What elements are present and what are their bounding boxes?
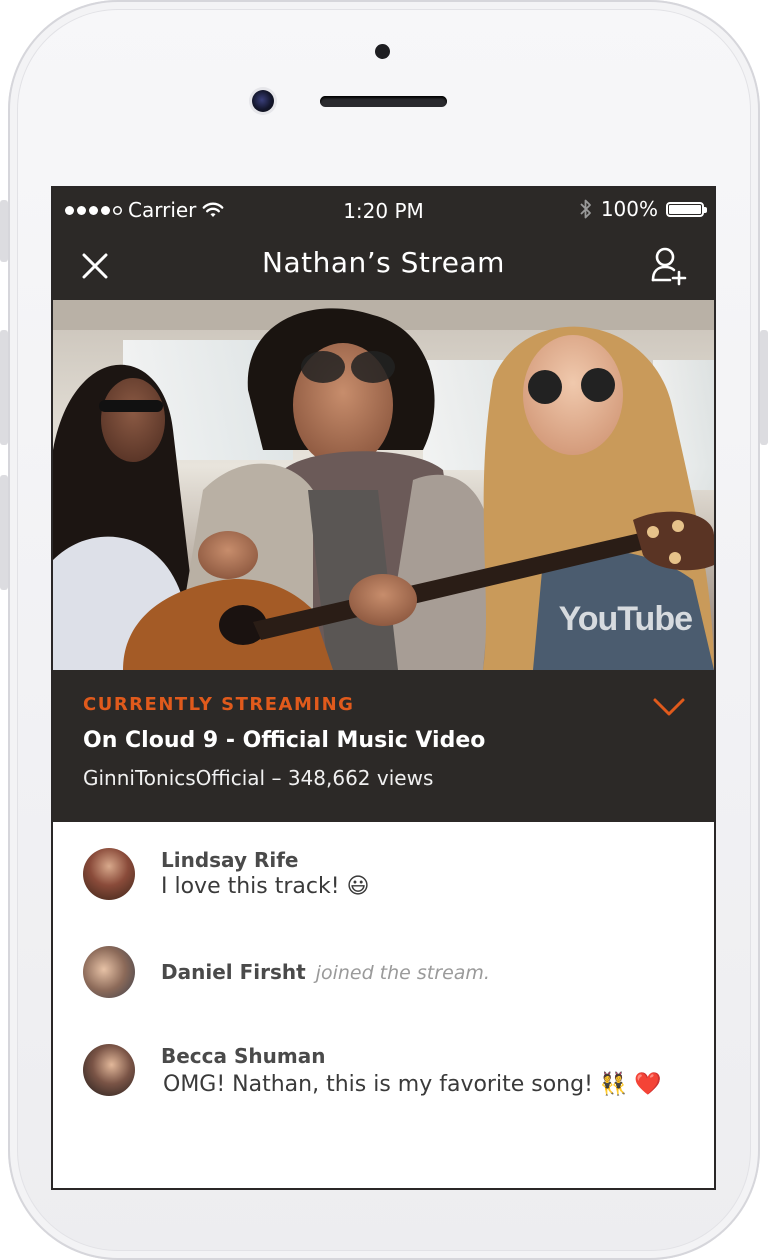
battery-icon (666, 201, 707, 217)
power-button (760, 330, 768, 445)
app-screen: Carrier 1:20 PM 100% Nathan’s Stream You… (53, 188, 714, 1188)
youtube-watermark: YouTube (558, 600, 693, 638)
avatar[interactable] (83, 1044, 135, 1096)
battery-percent: 100% (600, 197, 658, 221)
earpiece-speaker (320, 96, 447, 107)
avatar[interactable] (83, 946, 135, 998)
front-camera (252, 90, 274, 112)
song-title: On Cloud 9 - Official Music Video (83, 728, 486, 753)
join-action-text: joined the stream. (315, 962, 490, 984)
join-notice: Daniel Firsht joined the stream. (161, 960, 490, 984)
comment-author: Daniel Firsht (161, 960, 306, 984)
chat-feed: Lindsay Rife I love this track! 😃 Daniel… (53, 822, 714, 1188)
avatar[interactable] (83, 848, 135, 900)
comment-text: OMG! Nathan, this is my favorite song! 👯… (163, 1072, 662, 1097)
mute-switch (0, 200, 8, 262)
comment-author: Becca Shuman (161, 1044, 326, 1068)
add-user-icon[interactable] (650, 246, 688, 286)
song-meta: GinniTonicsOfficial – 348,662 views (83, 766, 434, 790)
now-playing-panel: CURRENTLY STREAMING On Cloud 9 - Officia… (53, 670, 714, 822)
bluetooth-icon (580, 199, 591, 219)
comment-text: I love this track! 😃 (161, 874, 370, 899)
proximity-sensor (375, 44, 390, 59)
currently-streaming-label: CURRENTLY STREAMING (83, 694, 355, 715)
video-player[interactable]: YouTube (53, 300, 714, 670)
status-right-group: 100% (579, 197, 707, 221)
chevron-down-icon[interactable] (652, 696, 686, 718)
stream-title: Nathan’s Stream (262, 246, 505, 279)
comment-item: Lindsay Rife I love this track! 😃 (83, 848, 683, 908)
comment-author: Lindsay Rife (161, 848, 299, 872)
status-bar: Carrier 1:20 PM 100% (53, 188, 714, 232)
nav-bar: Nathan’s Stream (53, 232, 714, 300)
comment-item: Becca Shuman OMG! Nathan, this is my fav… (83, 1044, 683, 1114)
volume-up-button (0, 330, 8, 445)
volume-down-button (0, 475, 8, 590)
comment-item: Daniel Firsht joined the stream. (83, 946, 683, 1006)
